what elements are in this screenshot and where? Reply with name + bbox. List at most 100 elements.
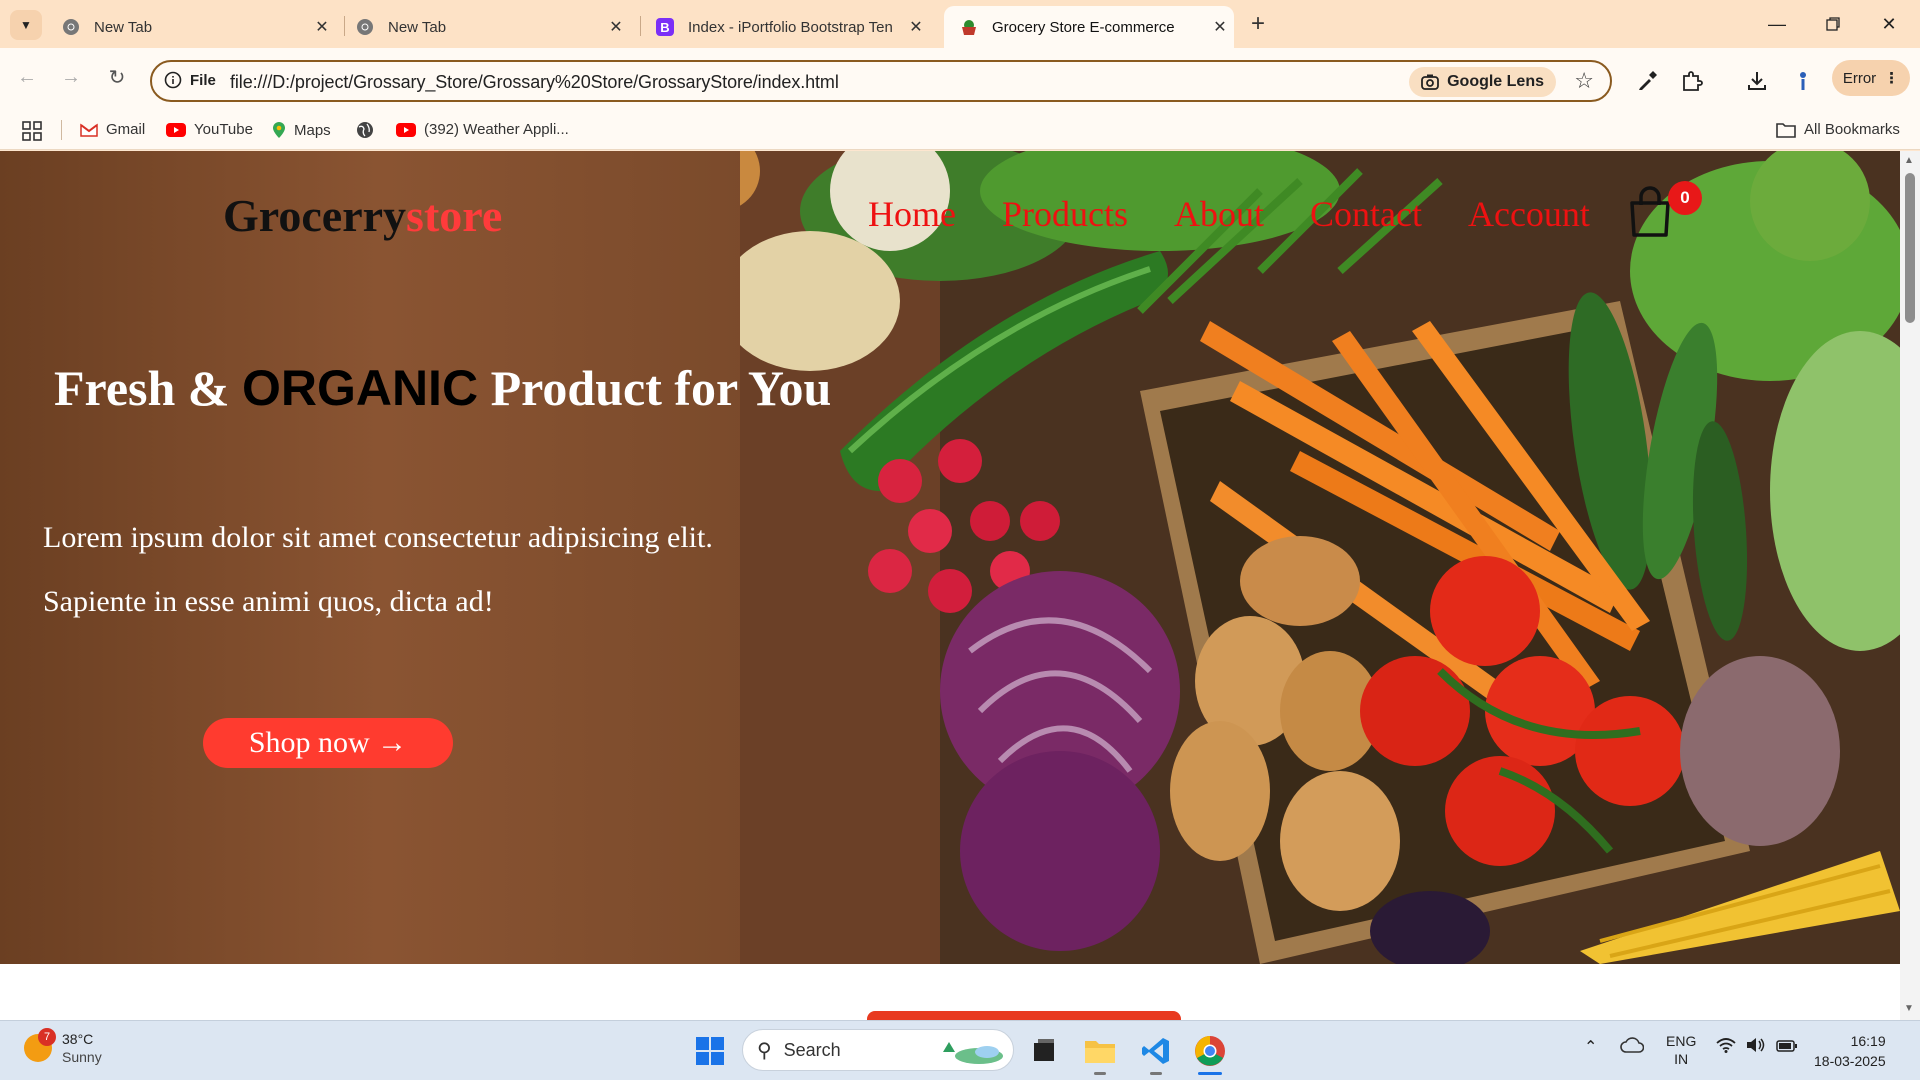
shopping-bag-icon[interactable] <box>1626 185 1674 239</box>
bookmark-label: Maps <box>294 121 331 139</box>
minimize-button[interactable]: — <box>1754 8 1800 40</box>
active-indicator <box>1198 1072 1222 1075</box>
vegetables-image <box>740 151 1900 964</box>
profile-error-label: Error <box>1842 69 1877 87</box>
forward-button[interactable]: → <box>56 62 86 92</box>
reload-button[interactable]: ↻ <box>102 62 132 92</box>
bookmarks-bar: Gmail YouTube Maps (392) Weather Appli..… <box>0 110 1920 150</box>
apps-button[interactable] <box>22 121 42 141</box>
tab-strip: ▼ New Tab ✕ New Tab ✕ B Index - iPortfol… <box>0 0 1920 48</box>
battery-icon <box>1776 1040 1797 1052</box>
weather-temp: 38°C <box>62 1031 94 1047</box>
eyedropper-extension-button[interactable] <box>1632 66 1662 96</box>
wifi-icon <box>1716 1038 1736 1053</box>
chevron-up-icon: ⌃ <box>1584 1039 1598 1056</box>
volume-button[interactable] <box>1746 1037 1766 1056</box>
all-bookmarks-button[interactable]: All Bookmarks <box>1776 121 1900 138</box>
close-icon[interactable]: ✕ <box>902 17 930 37</box>
taskbar-search[interactable]: ⚲ Search <box>742 1029 1014 1071</box>
nav-products[interactable]: Products <box>1002 193 1128 235</box>
logo-text-main: Grocerry <box>223 190 407 241</box>
tab-iportfolio[interactable]: B Index - iPortfolio Bootstrap Ten ✕ <box>640 6 930 48</box>
language-indicator[interactable]: ENG IN <box>1666 1032 1696 1068</box>
bookmark-globe[interactable] <box>356 121 382 139</box>
minimize-icon: — <box>1768 13 1786 34</box>
extensions-button[interactable] <box>1677 66 1707 96</box>
eyedropper-icon <box>1639 71 1657 90</box>
close-icon[interactable]: ✕ <box>1206 17 1234 37</box>
bookmark-star-icon[interactable]: ☆ <box>1574 68 1594 94</box>
scroll-down-icon[interactable]: ▼ <box>1904 1003 1914 1014</box>
all-bookmarks-label: All Bookmarks <box>1804 121 1900 138</box>
back-button[interactable]: ← <box>12 62 42 92</box>
accessibility-button[interactable] <box>1788 66 1818 96</box>
close-icon[interactable]: ✕ <box>602 17 630 37</box>
close-icon[interactable]: ✕ <box>308 17 336 37</box>
tab-new-1[interactable]: New Tab ✕ <box>46 6 336 48</box>
file-explorer-button[interactable] <box>1080 1031 1120 1075</box>
logo-text-accent: store <box>406 190 503 241</box>
youtube-icon <box>396 122 416 137</box>
page-viewport: Grocerrystore Home Products About Contac… <box>0 151 1900 1020</box>
lang-line1: ENG <box>1666 1033 1697 1049</box>
weather-widget[interactable]: 7 38°C Sunny <box>24 1028 102 1066</box>
site-logo[interactable]: Grocerrystore <box>223 189 502 242</box>
window-close-button[interactable]: ✕ <box>1866 8 1912 40</box>
bookmark-gmail[interactable]: Gmail <box>80 121 145 138</box>
restore-button[interactable] <box>1810 8 1856 40</box>
tab-title: New Tab <box>94 18 153 36</box>
shop-now-button[interactable]: Shop now → <box>203 718 453 768</box>
nav-about[interactable]: About <box>1174 193 1264 235</box>
vscode-button[interactable] <box>1136 1031 1176 1075</box>
weather-condition: Sunny <box>62 1049 102 1065</box>
hero-title-strong: ORGANIC <box>241 360 479 416</box>
bookmark-weather-app[interactable]: (392) Weather Appli... <box>396 121 569 138</box>
onedrive-button[interactable] <box>1620 1037 1645 1056</box>
scroll-up-icon[interactable]: ▲ <box>1904 155 1914 166</box>
battery-button[interactable] <box>1776 1039 1798 1055</box>
hero-title-pre: Fresh & <box>54 360 242 416</box>
nav-home[interactable]: Home <box>868 193 956 235</box>
google-lens-label: Google Lens <box>1447 73 1544 90</box>
clock-time: 16:19 <box>1850 1033 1886 1049</box>
running-indicator <box>1150 1072 1162 1075</box>
bookmark-maps[interactable]: Maps <box>272 121 331 139</box>
system-clock[interactable]: 16:19 18-03-2025 <box>1814 1031 1886 1071</box>
new-tab-button[interactable]: + <box>1244 10 1272 38</box>
nav-contact[interactable]: Contact <box>1310 193 1422 235</box>
tray-overflow-button[interactable]: ⌃ <box>1584 1037 1597 1057</box>
folder-icon <box>1085 1041 1115 1063</box>
start-button[interactable] <box>690 1031 730 1071</box>
address-bar[interactable]: File file:///D:/project/Grossary_Store/G… <box>150 60 1612 102</box>
bookmark-label: Gmail <box>106 121 146 138</box>
puzzle-icon <box>1683 71 1703 91</box>
tab-new-2[interactable]: New Tab ✕ <box>340 6 630 48</box>
apps-grid-icon <box>22 121 42 141</box>
close-icon: ✕ <box>1881 13 1897 34</box>
google-lens-button[interactable]: Google Lens <box>1409 67 1556 97</box>
chrome-taskbar-button[interactable] <box>1190 1031 1230 1075</box>
chevron-down-icon: ▼ <box>20 18 32 32</box>
cart-count-badge: 0 <box>1668 181 1702 215</box>
scroll-thumb[interactable] <box>1905 173 1915 323</box>
tab-search-button[interactable]: ▼ <box>10 10 42 40</box>
network-button[interactable] <box>1716 1037 1736 1056</box>
tab-grocery-store[interactable]: Grocery Store E-commerce ✕ <box>944 6 1234 48</box>
bookmark-label: YouTube <box>194 121 253 138</box>
main-nav: Home Products About Contact Account <box>868 193 1590 235</box>
reload-icon: ↻ <box>108 66 126 89</box>
nav-account[interactable]: Account <box>1468 193 1590 235</box>
downloads-button[interactable] <box>1742 66 1772 96</box>
svg-text:B: B <box>660 20 669 35</box>
task-view-button[interactable] <box>1024 1031 1064 1071</box>
bookmark-label: (392) Weather Appli... <box>424 121 569 138</box>
hero-section: Grocerrystore Home Products About Contac… <box>0 151 1900 964</box>
page-scrollbar[interactable]: ▲ ▼ <box>1900 151 1920 1020</box>
maps-icon <box>272 121 286 139</box>
speaker-icon <box>1747 1038 1765 1052</box>
bookmark-youtube[interactable]: YouTube <box>166 121 253 138</box>
url-text[interactable]: file:///D:/project/Grossary_Store/Grossa… <box>230 72 839 93</box>
more-vertical-icon: ⋮ <box>1884 70 1900 87</box>
site-info-button[interactable]: File <box>164 71 216 89</box>
profile-error-button[interactable]: Error ⋮ <box>1832 60 1910 96</box>
